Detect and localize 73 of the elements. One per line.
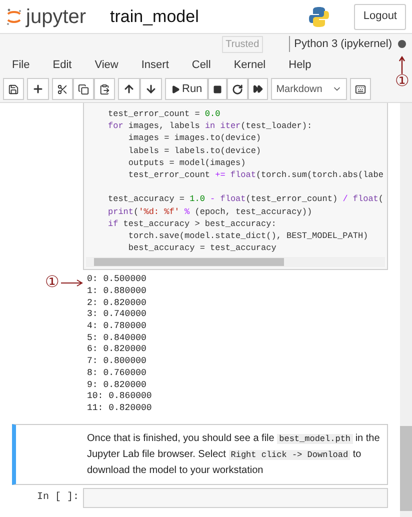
output-line: 7: 0.800000: [87, 356, 148, 368]
move-up-button[interactable]: [118, 78, 140, 100]
menu-item[interactable]: File: [12, 56, 30, 74]
menu-item[interactable]: Cell: [192, 56, 211, 74]
play-icon: [171, 84, 180, 94]
restart-button[interactable]: [227, 78, 248, 100]
scrollbar-thumb[interactable]: [94, 258, 284, 266]
restart-icon: [232, 84, 244, 94]
copy-icon: [78, 84, 89, 94]
input-prompt: In [ ]:: [36, 490, 80, 506]
cell-type-select[interactable]: Markdown: [271, 78, 348, 100]
output-line: 0: 0.500000: [87, 274, 148, 286]
output-line: 6: 0.820000: [87, 344, 148, 356]
keyboard-icon: [355, 84, 366, 94]
code-line: for images, labels in iter(test_loader):: [108, 121, 312, 132]
code-line: best_accuracy = test_accuracy: [127, 243, 276, 254]
arrow-up-icon: [123, 83, 135, 95]
scissors-icon: [57, 84, 68, 94]
insert-cell-button[interactable]: [27, 78, 49, 100]
python-logo-icon: [308, 6, 330, 28]
code-line: images = images.to(device): [127, 133, 262, 144]
code-line: labels = labels.to(device): [127, 146, 262, 156]
annotation-arrow: [61, 279, 83, 288]
output-line: 5: 0.840000: [87, 332, 148, 344]
run-all-button[interactable]: [248, 78, 268, 100]
menu-item[interactable]: Insert: [141, 56, 169, 74]
horizontal-scrollbar[interactable]: [86, 257, 385, 268]
code-line: outputs = model(images): [127, 158, 246, 168]
output-line: 9: 0.820000: [87, 380, 148, 392]
code-line: print('%d: %f' % (epoch, test_accuracy)): [108, 206, 312, 216]
code-line: test_error_count += float(torch.sum(torch.abs(labe: [127, 170, 384, 180]
stop-button[interactable]: [208, 78, 228, 100]
cut-button[interactable]: [52, 78, 73, 100]
stop-icon: [213, 84, 222, 94]
keyboard-shortcuts-button[interactable]: [350, 78, 372, 100]
logout-button[interactable]: Logout: [354, 4, 406, 30]
menu-item[interactable]: Edit: [52, 56, 72, 74]
output-line: 10: 0.860000: [87, 391, 152, 403]
markdown-cell[interactable]: Once that is finished, you should see a file best_model.pth in the Jupyter Lab file browser. Select Right click -> Download to download the model to your workstation: [12, 424, 388, 485]
save-icon: [8, 84, 19, 94]
arrow-down-icon: [145, 83, 157, 95]
menu-item[interactable]: Help: [288, 56, 312, 74]
code-line: if test_accuracy > best_accuracy:: [108, 218, 276, 229]
annotation-number: ①: [45, 275, 59, 292]
fast-forward-icon: [253, 84, 264, 94]
menu-item[interactable]: Kernel: [234, 56, 266, 74]
output-line: 8: 0.760000: [87, 368, 148, 380]
save-button[interactable]: [3, 78, 24, 100]
vertical-scrollbar[interactable]: [400, 103, 412, 517]
scrollbar-thumb[interactable]: [400, 426, 412, 511]
output-line: 11: 0.820000: [87, 402, 152, 415]
annotation-arrow: [399, 56, 405, 74]
markdown-paragraph: Once that is finished, you should see a file best_model.pth in the Jupyter Lab file browser. Select Right click -> Download to download the model to your workstation: [87, 432, 381, 478]
code-line: test_error_count = 0.0: [108, 109, 220, 119]
code-input-field[interactable]: [83, 488, 388, 508]
output-line: 1: 0.880000: [87, 286, 148, 298]
jupyter-logo: jupyter: [6, 6, 86, 26]
kernel-name: Python 3 (ipykernel): [289, 36, 392, 52]
code-line: test_accuracy = 1.0 - float(test_error_count) / float(: [108, 194, 384, 204]
annotation-number: ①: [395, 74, 409, 90]
output-line: 4: 0.780000: [87, 321, 148, 333]
output-line: 3: 0.740000: [87, 309, 148, 322]
jupyter-logo-icon: [6, 8, 22, 26]
code-line: torch.save(model.state_dict(), BEST_MODEL_PATH): [127, 230, 368, 241]
run-button[interactable]: Run: [165, 78, 208, 100]
move-down-button[interactable]: [140, 78, 162, 100]
paste-button[interactable]: [94, 78, 115, 100]
copy-button[interactable]: [73, 78, 94, 100]
menu-item[interactable]: View: [94, 56, 118, 74]
plus-icon: [32, 83, 44, 95]
output-line: 2: 0.820000: [87, 298, 148, 310]
notebook-title[interactable]: train_model: [110, 4, 199, 30]
paste-icon: [99, 84, 110, 94]
